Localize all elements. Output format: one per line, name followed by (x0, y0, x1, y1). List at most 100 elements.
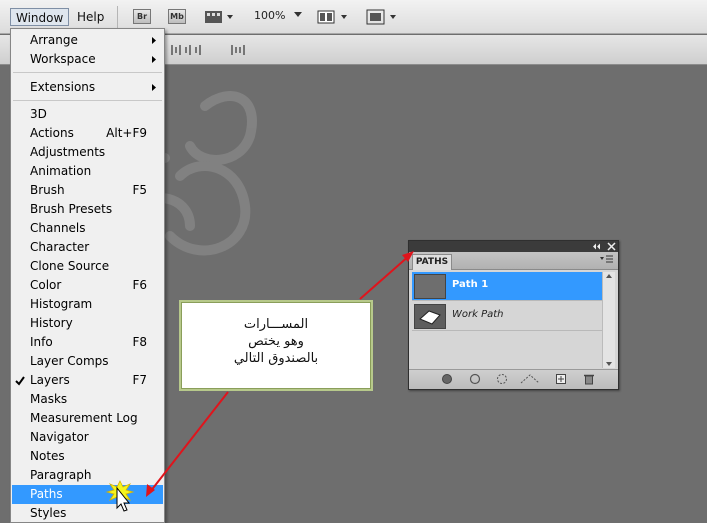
menu-item-styles[interactable]: Styles (12, 504, 163, 523)
menu-item-shortcut: F5 (132, 183, 147, 197)
menu-item-label: Clone Source (30, 259, 110, 273)
chevron-down-icon (293, 12, 302, 17)
menu-item-label: Styles (30, 506, 67, 520)
menu-item-histogram[interactable]: Histogram (12, 295, 163, 314)
menu-item-paragraph[interactable]: Paragraph (12, 466, 163, 485)
menu-item-brush[interactable]: Brush F5 (12, 181, 163, 200)
menu-item-paths[interactable]: Paths (12, 485, 163, 504)
checkmark-icon (15, 376, 25, 386)
menu-item-label: Extensions (30, 80, 96, 94)
panel-scrollbar[interactable] (602, 272, 615, 368)
menu-item-label: Animation (30, 164, 92, 178)
menu-item-shortcut: Alt+F9 (106, 126, 147, 140)
menu-separator (13, 72, 162, 73)
menu-item-label: Paths (30, 487, 63, 501)
menu-item-shortcut: F8 (132, 335, 147, 349)
menu-item-notes[interactable]: Notes (12, 447, 163, 466)
menu-item-label: Actions (30, 126, 74, 140)
menu-item-workspace[interactable]: Workspace (12, 50, 163, 69)
menu-item-info[interactable]: Info F8 (12, 333, 163, 352)
load-selection-icon[interactable] (496, 373, 508, 385)
menu-item-animation[interactable]: Animation (12, 162, 163, 181)
submenu-arrow-icon (152, 84, 156, 91)
menu-item-character[interactable]: Character (12, 238, 163, 257)
menu-item-label: Layer Comps (30, 354, 109, 368)
menu-item-label: Info (30, 335, 53, 349)
menu-item-label: Measurement Log (30, 411, 138, 425)
menu-item-label: Histogram (30, 297, 93, 311)
menu-item-label: History (30, 316, 73, 330)
menu-item-brush-presets[interactable]: Brush Presets (12, 200, 163, 219)
callout-line-1: المســـارات (243, 317, 309, 332)
path-row-work-path[interactable]: Work Path (412, 302, 602, 331)
callout-line-2: وهو يختص (248, 334, 304, 349)
align-icons[interactable] (170, 43, 220, 60)
paths-panel: PATHS Path 1 Work Path (408, 240, 619, 390)
menu-item-label: Navigator (30, 430, 89, 444)
bridge-button[interactable]: Br (133, 9, 151, 25)
auto-align-glyph (231, 45, 245, 55)
tab-paths[interactable]: PATHS (412, 254, 452, 270)
menu-item-arrange[interactable]: Arrange (12, 31, 163, 50)
zoom-level[interactable]: 100% (254, 9, 303, 25)
collapse-icon[interactable] (592, 242, 602, 251)
scroll-up-icon[interactable] (605, 272, 613, 280)
menu-item-color[interactable]: Color F6 (12, 276, 163, 295)
close-icon[interactable] (607, 242, 616, 251)
menu-item-layer-comps[interactable]: Layer Comps (12, 352, 163, 371)
path-thumbnail (414, 304, 446, 329)
menu-item-actions[interactable]: Actions Alt+F9 (12, 124, 163, 143)
menu-item-adjustments[interactable]: Adjustments (12, 143, 163, 162)
menu-item-label: Workspace (30, 52, 96, 66)
menu-item-label: Color (30, 278, 62, 292)
menu-item-label: Layers (30, 373, 70, 387)
menu-item-label: Notes (30, 449, 65, 463)
fill-path-icon[interactable] (441, 373, 453, 385)
menu-separator (13, 100, 162, 101)
arrange-icon (317, 10, 347, 24)
screen-mode-button[interactable] (366, 9, 400, 25)
path-row-path-1[interactable]: Path 1 (412, 272, 602, 301)
screen-mode-icon (366, 9, 396, 25)
panel-bottom-toolbar (409, 369, 618, 389)
bridge-icon: Br (133, 9, 151, 24)
path-name: Work Path (452, 309, 504, 320)
path-name: Path 1 (452, 279, 489, 290)
menu-item-measurement-log[interactable]: Measurement Log (12, 409, 163, 428)
mini-bridge-icon: Mb (168, 9, 186, 24)
menu-item-label: Channels (30, 221, 86, 235)
path-shape-icon (419, 310, 441, 325)
mini-bridge-button[interactable]: Mb (168, 9, 186, 25)
menu-window[interactable]: Window (10, 8, 70, 26)
menu-item-extensions[interactable]: Extensions (12, 78, 163, 97)
menu-item-history[interactable]: History (12, 314, 163, 333)
submenu-arrow-icon (152, 37, 156, 44)
menu-item-shortcut: F6 (132, 278, 147, 292)
menu-help[interactable]: Help (72, 8, 109, 26)
menu-item-3d[interactable]: 3D (12, 105, 163, 124)
arrange-documents-button[interactable] (317, 9, 351, 25)
scroll-down-icon[interactable] (605, 360, 613, 368)
zoom-value: 100% (254, 9, 286, 22)
menu-item-label: 3D (30, 107, 47, 121)
view-extras-button[interactable] (204, 9, 234, 25)
auto-align-icon[interactable] (230, 43, 246, 60)
menu-item-layers[interactable]: Layers F7 (12, 371, 163, 390)
menu-item-clone-source[interactable]: Clone Source (12, 257, 163, 276)
trash-icon[interactable] (583, 373, 595, 385)
menu-item-masks[interactable]: Masks (12, 390, 163, 409)
menu-item-label: Masks (30, 392, 68, 406)
stroke-path-icon[interactable] (469, 373, 481, 385)
panel-menu-icon[interactable] (600, 255, 614, 265)
distribute-icon (171, 45, 201, 55)
menu-item-navigator[interactable]: Navigator (12, 428, 163, 447)
window-menu-dropdown: Arrange Workspace Extensions 3D Actions … (10, 28, 165, 523)
panel-tab-row: PATHS (409, 252, 618, 270)
callout-line-3: بالصندوق التالي (233, 351, 319, 366)
make-work-path-icon[interactable] (519, 373, 541, 385)
menu-item-label: Character (30, 240, 90, 254)
new-path-icon[interactable] (555, 373, 567, 385)
panel-title-bar[interactable] (409, 241, 618, 252)
arrow-to-panel (359, 251, 414, 300)
menu-item-channels[interactable]: Channels (12, 219, 163, 238)
